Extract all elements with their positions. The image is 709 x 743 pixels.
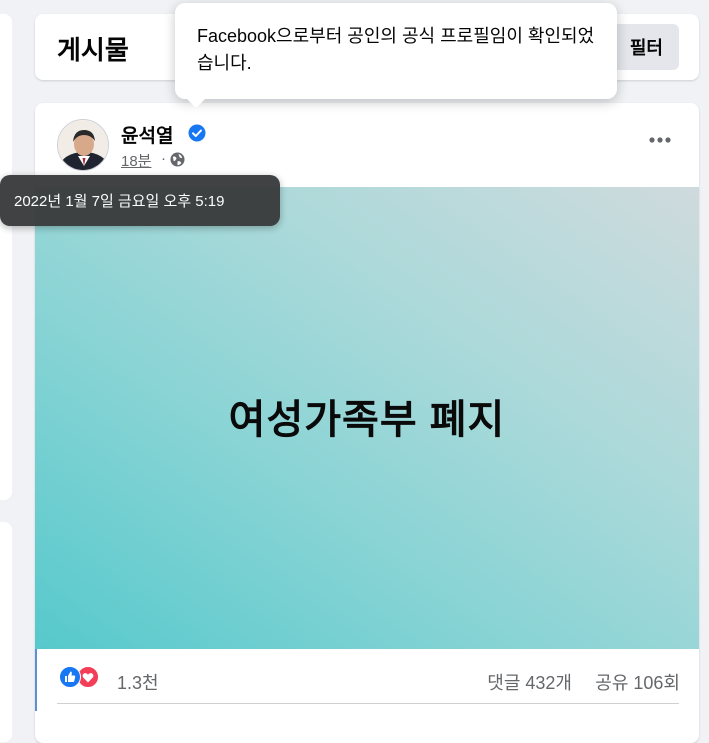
page-title: 게시물	[57, 35, 129, 65]
avatar[interactable]	[57, 119, 109, 171]
meta-separator: ·	[161, 150, 166, 167]
divider	[57, 703, 679, 704]
reactions-bar: 1.3천 댓글 432개 공유 106회	[35, 649, 699, 711]
post-timestamp-link[interactable]: 18분	[121, 150, 152, 171]
like-reaction-icon[interactable]	[59, 666, 81, 688]
left-column-card-lower	[0, 522, 12, 742]
timestamp-tooltip: 2022년 1월 7일 금요일 오후 5:19	[0, 175, 280, 226]
comment-count-link[interactable]: 댓글 432개	[487, 669, 572, 695]
reaction-count[interactable]: 1.3천	[117, 669, 159, 695]
globe-icon[interactable]	[170, 152, 185, 167]
verified-profile-tooltip: Facebook으로부터 공인의 공식 프로필임이 확인되었습니다.	[175, 3, 617, 99]
tooltip-arrow	[186, 98, 206, 108]
post-image-text: 여성가족부 폐지	[228, 398, 506, 442]
more-options-icon[interactable]	[647, 135, 673, 145]
left-column-card	[0, 14, 12, 500]
author-name[interactable]: 윤석열	[121, 121, 173, 148]
verified-badge-icon[interactable]	[188, 124, 206, 142]
share-count-link[interactable]: 공유 106회	[595, 669, 680, 695]
post-image[interactable]: 여성가족부 폐지	[35, 187, 699, 649]
